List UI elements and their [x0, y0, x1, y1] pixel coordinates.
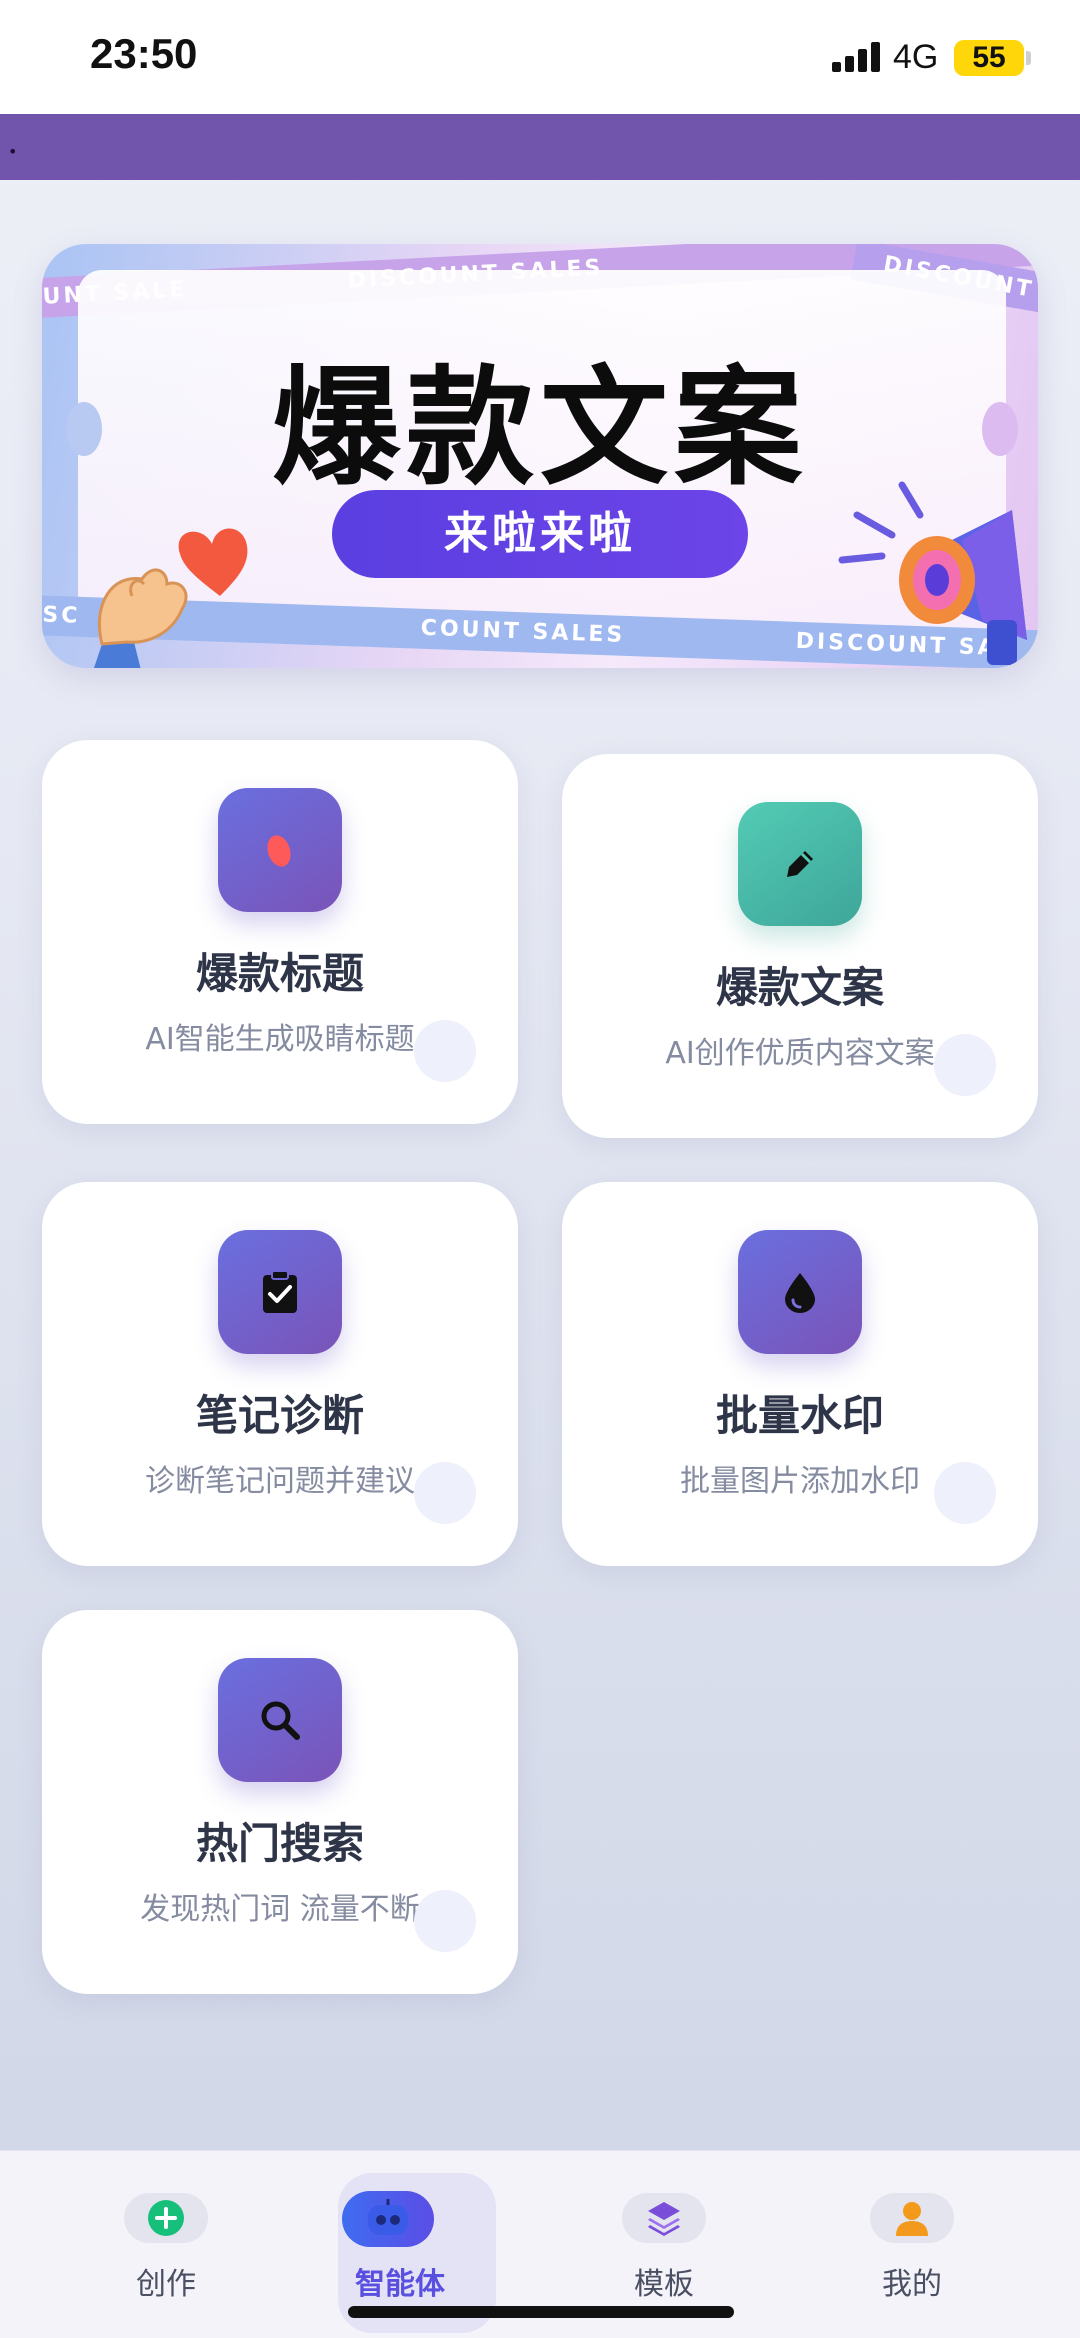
megaphone-illustration: [838, 481, 1027, 665]
tab-label: 模板: [634, 2267, 694, 2302]
banner-cta-button[interactable]: 来啦来啦: [332, 490, 748, 578]
card-title: 爆款标题: [195, 949, 364, 998]
promo-banner[interactable]: UNT SALE DISCOUNT SALES DISCOUNT SA SC C…: [42, 244, 1038, 668]
plus-circle-icon: [124, 2193, 208, 2243]
hand-heart-illustration: [94, 528, 248, 668]
flame-icon: [218, 788, 342, 912]
status-bar: 23:50 4G 55: [0, 0, 1080, 114]
card-decoration: [934, 1034, 996, 1096]
tab-label: 智能体: [355, 2267, 445, 2302]
tab-profile[interactable]: 我的: [812, 2151, 1012, 2338]
pen-icon: [738, 802, 862, 926]
tab-label: 创作: [136, 2267, 196, 2302]
feature-card-batch-watermark[interactable]: 批量水印 批量图片添加水印: [562, 1182, 1038, 1566]
card-decoration: [414, 1020, 476, 1082]
card-title: 笔记诊断: [195, 1391, 364, 1440]
feature-card-hot-title[interactable]: 爆款标题 AI智能生成吸睛标题: [42, 740, 518, 1124]
layers-icon: [622, 2193, 706, 2243]
battery-icon: 55: [954, 40, 1024, 76]
tab-create[interactable]: 创作: [66, 2151, 266, 2338]
card-decoration: [414, 1462, 476, 1524]
feature-card-note-diagnosis[interactable]: 笔记诊断 诊断笔记问题并建议: [42, 1182, 518, 1566]
card-title: 热门搜索: [195, 1819, 364, 1868]
clipboard-check-icon: [218, 1230, 342, 1354]
battery-cap: [1026, 51, 1031, 65]
header-dot: •: [8, 142, 18, 161]
robot-icon: [342, 2191, 434, 2247]
user-icon: [870, 2193, 954, 2243]
card-decoration: [414, 1890, 476, 1952]
card-title: 爆款文案: [715, 963, 884, 1012]
signal-icon: [832, 42, 880, 72]
network-type: 4G: [893, 38, 939, 76]
feature-card-hot-copy[interactable]: 爆款文案 AI创作优质内容文案: [562, 754, 1038, 1138]
search-icon: [218, 1658, 342, 1782]
tab-label: 我的: [882, 2267, 942, 2302]
feature-card-hot-search[interactable]: 热门搜索 发现热门词 流量不断: [42, 1610, 518, 1994]
home-indicator: [348, 2306, 734, 2318]
header-bar: •: [0, 114, 1080, 180]
card-title: 批量水印: [715, 1391, 884, 1440]
drop-icon: [738, 1230, 862, 1354]
card-decoration: [934, 1462, 996, 1524]
status-time: 23:50: [90, 30, 198, 77]
